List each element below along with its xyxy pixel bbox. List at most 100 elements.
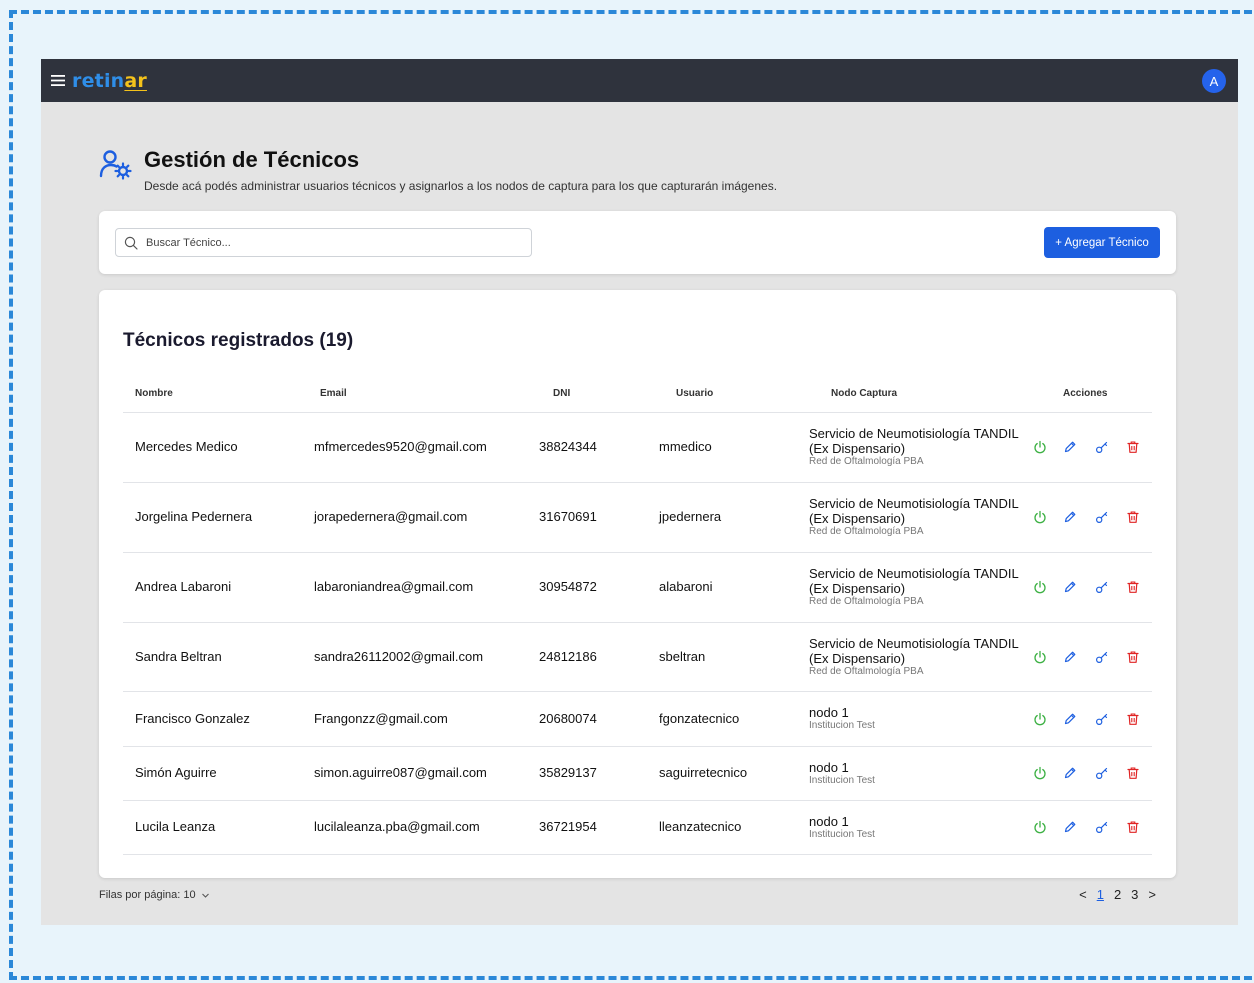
node-name-line2: (Ex Dispensario)	[809, 581, 906, 596]
rows-per-page-select[interactable]: 10	[183, 889, 195, 901]
technician-username: mmedico	[659, 439, 712, 454]
user-avatar[interactable]: A	[1202, 69, 1226, 93]
technician-email: labaroniandrea@gmail.com	[314, 579, 474, 594]
delete-trash-icon[interactable]	[1126, 580, 1140, 594]
toggle-active-power-icon[interactable]	[1033, 510, 1047, 524]
technician-email: sandra26112002@gmail.com	[314, 649, 484, 664]
capture-node: nodo 1 Institucion Test	[809, 705, 875, 732]
edit-pencil-icon[interactable]	[1063, 510, 1077, 524]
technician-dni: 35829137	[539, 765, 597, 780]
technician-dni: 24812186	[539, 649, 597, 664]
node-name-line2: (Ex Dispensario)	[809, 511, 906, 526]
node-name-line2: (Ex Dispensario)	[809, 651, 906, 666]
page-button-2[interactable]: 2	[1114, 887, 1121, 902]
logo-text-part2: ar	[124, 69, 147, 92]
column-header-node[interactable]: Nodo Captura	[831, 388, 897, 399]
search-input[interactable]	[144, 235, 528, 250]
delete-trash-icon[interactable]	[1126, 712, 1140, 726]
technician-email: Frangonzz@gmail.com	[314, 711, 448, 726]
capture-node: nodo 1 Institucion Test	[809, 814, 875, 841]
capture-node: Servicio de Neumotisiología TANDIL (Ex Di…	[809, 636, 1019, 678]
technician-username: jpedernera	[659, 509, 722, 524]
reset-password-key-icon[interactable]	[1095, 650, 1109, 664]
column-header-email[interactable]: Email	[320, 388, 347, 399]
toggle-active-power-icon[interactable]	[1033, 440, 1047, 454]
technician-email: lucilaleanza.pba@gmail.com	[314, 819, 480, 834]
edit-pencil-icon[interactable]	[1063, 766, 1077, 780]
toggle-active-power-icon[interactable]	[1033, 820, 1047, 834]
rows-per-page-label: Filas por página:	[99, 889, 181, 901]
hamburger-menu-icon[interactable]	[47, 70, 69, 92]
page-button-3[interactable]: 3	[1131, 887, 1138, 902]
edit-pencil-icon[interactable]	[1063, 440, 1077, 454]
node-organization: Red de Oftalmología PBA	[809, 526, 924, 537]
technician-name: Simón Aguirre	[135, 765, 217, 780]
delete-trash-icon[interactable]	[1126, 766, 1140, 780]
logo-text-part1: retin	[72, 69, 125, 92]
node-name: Servicio de Neumotisiología TANDIL	[809, 636, 1019, 651]
table-heading: Técnicos registrados (19)	[123, 330, 354, 351]
node-organization: Institucion Test	[809, 829, 875, 840]
node-name: nodo 1	[809, 705, 849, 720]
reset-password-key-icon[interactable]	[1095, 712, 1109, 726]
reset-password-key-icon[interactable]	[1095, 580, 1109, 594]
toolbar-card: + Agregar Técnico	[99, 211, 1176, 274]
reset-password-key-icon[interactable]	[1095, 510, 1109, 524]
reset-password-key-icon[interactable]	[1095, 820, 1109, 834]
node-name: nodo 1	[809, 814, 849, 829]
technician-username: sbeltran	[659, 649, 706, 664]
node-organization: Red de Oftalmología PBA	[809, 596, 924, 607]
delete-trash-icon[interactable]	[1126, 820, 1140, 834]
pagination: < 1 2 3 >	[1079, 887, 1156, 902]
table-header: Nombre Email DNI Usuario Nodo Captura Ac…	[123, 386, 1152, 413]
edit-pencil-icon[interactable]	[1063, 650, 1077, 664]
technician-name: Jorgelina Pedernera	[135, 509, 253, 524]
technician-dni: 38824344	[539, 439, 597, 454]
toggle-active-power-icon[interactable]	[1033, 580, 1047, 594]
add-technician-button[interactable]: + Agregar Técnico	[1044, 227, 1160, 258]
capture-node: Servicio de Neumotisiología TANDIL (Ex Di…	[809, 566, 1019, 608]
table-row: Lucila Leanza lucilaleanza.pba@gmail.com 3…	[123, 800, 1152, 855]
delete-trash-icon[interactable]	[1126, 650, 1140, 664]
capture-node: Servicio de Neumotisiología TANDIL (Ex Di…	[809, 496, 1019, 538]
capture-node: nodo 1 Institucion Test	[809, 760, 875, 787]
toggle-active-power-icon[interactable]	[1033, 650, 1047, 664]
column-header-actions: Acciones	[1063, 388, 1108, 399]
app-logo[interactable]: retinar	[72, 70, 147, 92]
search-field[interactable]	[115, 228, 532, 257]
delete-trash-icon[interactable]	[1126, 510, 1140, 524]
table-row: Jorgelina Pedernera jorapedernera@gmail.c…	[123, 482, 1152, 553]
technician-username: lleanzatecnico	[659, 819, 742, 834]
table-row: Mercedes Medico mfmercedes9520@gmail.com 3…	[123, 412, 1152, 483]
page-title: Gestión de Técnicos	[144, 147, 360, 172]
reset-password-key-icon[interactable]	[1095, 440, 1109, 454]
edit-pencil-icon[interactable]	[1063, 820, 1077, 834]
technicians-table-card: Técnicos registrados (19) Nombre Email D…	[99, 290, 1176, 878]
table-row: Simón Aguirre simon.aguirre087@gmail.com 3…	[123, 746, 1152, 801]
node-name: Servicio de Neumotisiología TANDIL	[809, 496, 1019, 511]
delete-trash-icon[interactable]	[1126, 440, 1140, 454]
technician-name: Sandra Beltran	[135, 649, 222, 664]
reset-password-key-icon[interactable]	[1095, 766, 1109, 780]
technician-name: Mercedes Medico	[135, 439, 238, 454]
next-page-button[interactable]: >	[1148, 887, 1156, 902]
prev-page-button[interactable]: <	[1079, 887, 1087, 902]
page-button-1[interactable]: 1	[1097, 887, 1104, 902]
chevron-down-icon[interactable]	[201, 891, 210, 900]
table-row: Francisco Gonzalez Frangonzz@gmail.com 206…	[123, 691, 1152, 747]
node-organization: Institucion Test	[809, 775, 875, 786]
page-subtitle: Desde acá podés administrar usuarios téc…	[144, 179, 778, 193]
app-window: retinar A Gestión de Técnicos Desde acá …	[41, 59, 1238, 925]
toggle-active-power-icon[interactable]	[1033, 766, 1047, 780]
column-header-dni[interactable]: DNI	[553, 388, 570, 399]
node-name: Servicio de Neumotisiología TANDIL	[809, 566, 1019, 581]
node-name-line2: (Ex Dispensario)	[809, 441, 906, 456]
table-row: Sandra Beltran sandra26112002@gmail.com 24…	[123, 622, 1152, 692]
column-header-user[interactable]: Usuario	[676, 388, 713, 399]
toggle-active-power-icon[interactable]	[1033, 712, 1047, 726]
edit-pencil-icon[interactable]	[1063, 580, 1077, 594]
column-header-name[interactable]: Nombre	[135, 388, 173, 399]
technician-name: Francisco Gonzalez	[135, 711, 250, 726]
edit-pencil-icon[interactable]	[1063, 712, 1077, 726]
technician-dni: 31670691	[539, 509, 597, 524]
